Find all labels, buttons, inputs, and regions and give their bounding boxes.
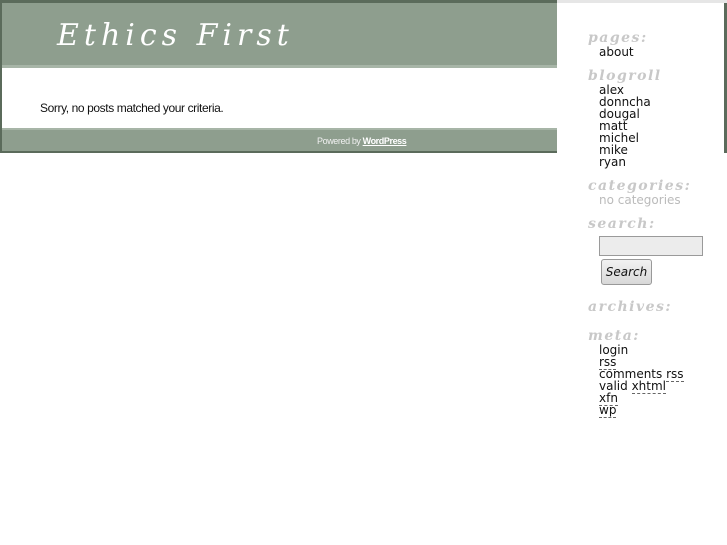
page-link-about[interactable]: about bbox=[599, 46, 718, 58]
categories-heading: categories: bbox=[588, 178, 692, 194]
sidebar-top-border bbox=[557, 0, 727, 3]
blogroll-list: alex donncha dougal matt michel mike rya… bbox=[599, 84, 718, 168]
content-area: Sorry, no posts matched your criteria. bbox=[2, 68, 557, 128]
xhtml-link[interactable]: xhtml bbox=[631, 379, 666, 394]
comments-rss-link[interactable]: rss bbox=[666, 367, 684, 382]
search-heading: search: bbox=[588, 216, 656, 232]
site-header: Ethics First bbox=[2, 3, 557, 68]
pages-list: about bbox=[599, 46, 718, 58]
pages-heading: pages: bbox=[588, 30, 648, 46]
powered-by-label: Powered by bbox=[317, 136, 363, 146]
meta-heading: meta: bbox=[588, 328, 640, 344]
wordpress-link[interactable]: WordPress bbox=[363, 136, 407, 146]
no-posts-message: Sorry, no posts matched your criteria. bbox=[40, 101, 224, 115]
powered-by: Powered by WordPress bbox=[317, 136, 407, 146]
main-frame: Ethics First Sorry, no posts matched you… bbox=[0, 0, 557, 153]
blogroll-heading: blogroll bbox=[588, 68, 662, 84]
login-link[interactable]: login bbox=[599, 344, 718, 356]
no-categories-text: no categories bbox=[599, 193, 681, 207]
meta-list: login rss comments rss valid xhtml xfn w… bbox=[599, 344, 718, 418]
wp-link[interactable]: wp bbox=[599, 403, 617, 418]
site-title[interactable]: Ethics First bbox=[57, 18, 294, 54]
blogroll-link[interactable]: ryan bbox=[599, 156, 718, 168]
search-button[interactable]: Search bbox=[601, 259, 652, 285]
site-footer: Powered by WordPress bbox=[2, 128, 557, 151]
sidebar: pages: about blogroll alex donncha douga… bbox=[588, 30, 718, 424]
categories-list: no categories bbox=[599, 194, 718, 206]
archives-heading: archives: bbox=[588, 299, 673, 315]
search-input[interactable] bbox=[599, 236, 703, 256]
